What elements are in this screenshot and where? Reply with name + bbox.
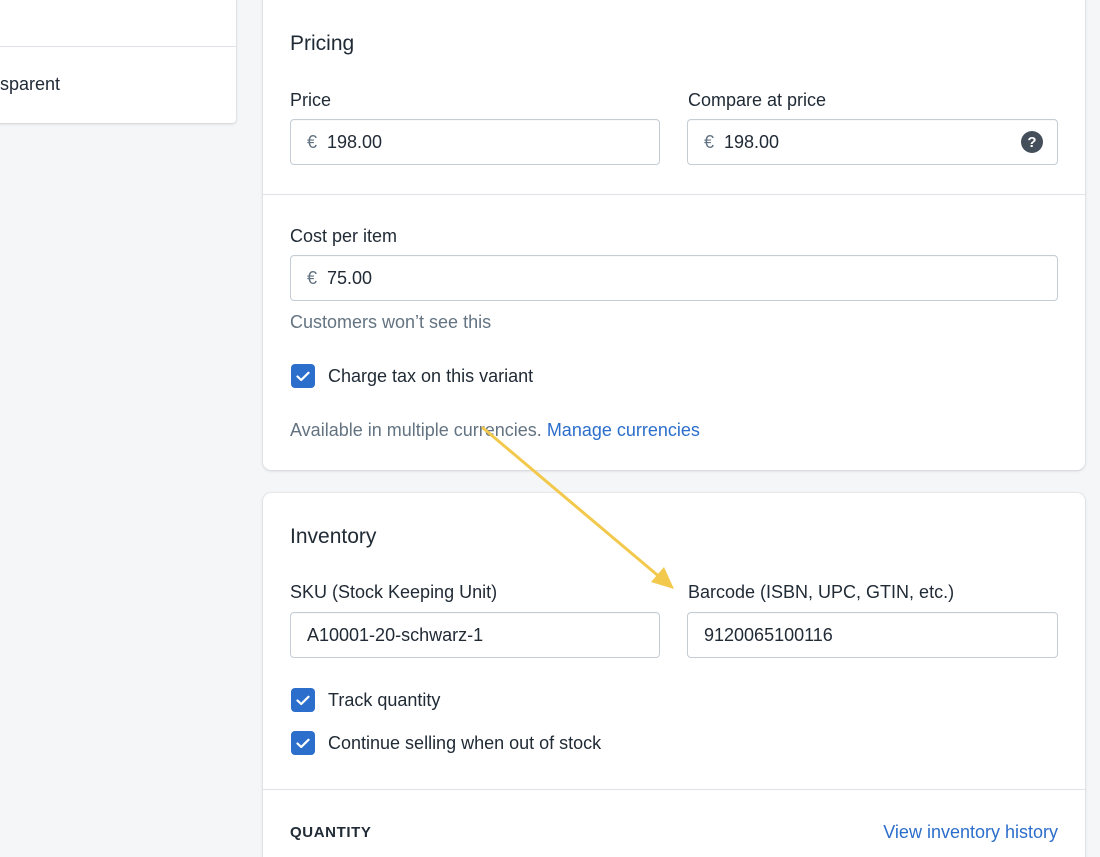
pricing-divider	[263, 194, 1085, 195]
continue-selling-row[interactable]: Continue selling when out of stock	[291, 731, 601, 755]
track-quantity-row[interactable]: Track quantity	[291, 688, 440, 712]
cost-per-item-value: 75.00	[327, 267, 373, 288]
cost-help-text: Customers won’t see this	[290, 312, 492, 332]
left-variant-card: sparent	[0, 0, 236, 123]
left-card-divider	[0, 46, 236, 47]
continue-selling-checkbox[interactable]	[291, 731, 315, 755]
manage-currencies-link[interactable]: Manage currencies	[547, 420, 700, 440]
charge-tax-label: Charge tax on this variant	[328, 365, 534, 386]
continue-selling-label: Continue selling when out of stock	[328, 732, 602, 753]
currencies-note: Available in multiple currencies. Manage…	[290, 420, 700, 441]
barcode-value: 9120065100116	[704, 624, 833, 645]
compare-at-price-label: Compare at price	[688, 90, 827, 110]
left-variant-option[interactable]: sparent	[0, 74, 60, 95]
compare-at-price-input[interactable]: € 198.00 ?	[687, 119, 1058, 165]
inventory-title: Inventory	[290, 525, 377, 548]
currencies-text: Available in multiple currencies.	[290, 420, 542, 440]
currency-prefix: €	[307, 131, 318, 152]
price-value: 198.00	[327, 131, 383, 152]
page: sparent Pricing Price € 198.00 Compare a…	[0, 0, 1100, 857]
inventory-card: Inventory SKU (Stock Keeping Unit) A1000…	[263, 493, 1085, 857]
compare-at-price-value: 198.00	[724, 131, 780, 152]
view-inventory-history-link[interactable]: View inventory history	[883, 822, 1058, 843]
pricing-card: Pricing Price € 198.00 Compare at price …	[263, 0, 1085, 470]
price-input[interactable]: € 198.00	[290, 119, 660, 165]
help-icon[interactable]: ?	[1021, 131, 1043, 153]
cost-per-item-input[interactable]: € 75.00	[290, 255, 1058, 301]
cost-per-item-label: Cost per item	[290, 226, 398, 246]
checkmark-icon	[296, 695, 310, 705]
currency-prefix: €	[307, 267, 318, 288]
inventory-divider	[263, 789, 1085, 790]
price-label: Price	[290, 90, 332, 110]
pricing-title: Pricing	[290, 32, 355, 55]
track-quantity-label: Track quantity	[328, 689, 441, 710]
sku-label: SKU (Stock Keeping Unit)	[290, 582, 498, 602]
sku-input[interactable]: A10001-20-schwarz-1	[290, 612, 660, 658]
checkmark-icon	[296, 738, 310, 748]
track-quantity-checkbox[interactable]	[291, 688, 315, 712]
quantity-heading: QUANTITY	[290, 824, 372, 841]
barcode-label: Barcode (ISBN, UPC, GTIN, etc.)	[688, 582, 955, 602]
charge-tax-checkbox[interactable]	[291, 364, 315, 388]
checkmark-icon	[296, 371, 310, 381]
charge-tax-row[interactable]: Charge tax on this variant	[291, 364, 533, 388]
sku-value: A10001-20-schwarz-1	[307, 624, 484, 645]
currency-prefix: €	[704, 131, 715, 152]
barcode-input[interactable]: 9120065100116	[687, 612, 1058, 658]
